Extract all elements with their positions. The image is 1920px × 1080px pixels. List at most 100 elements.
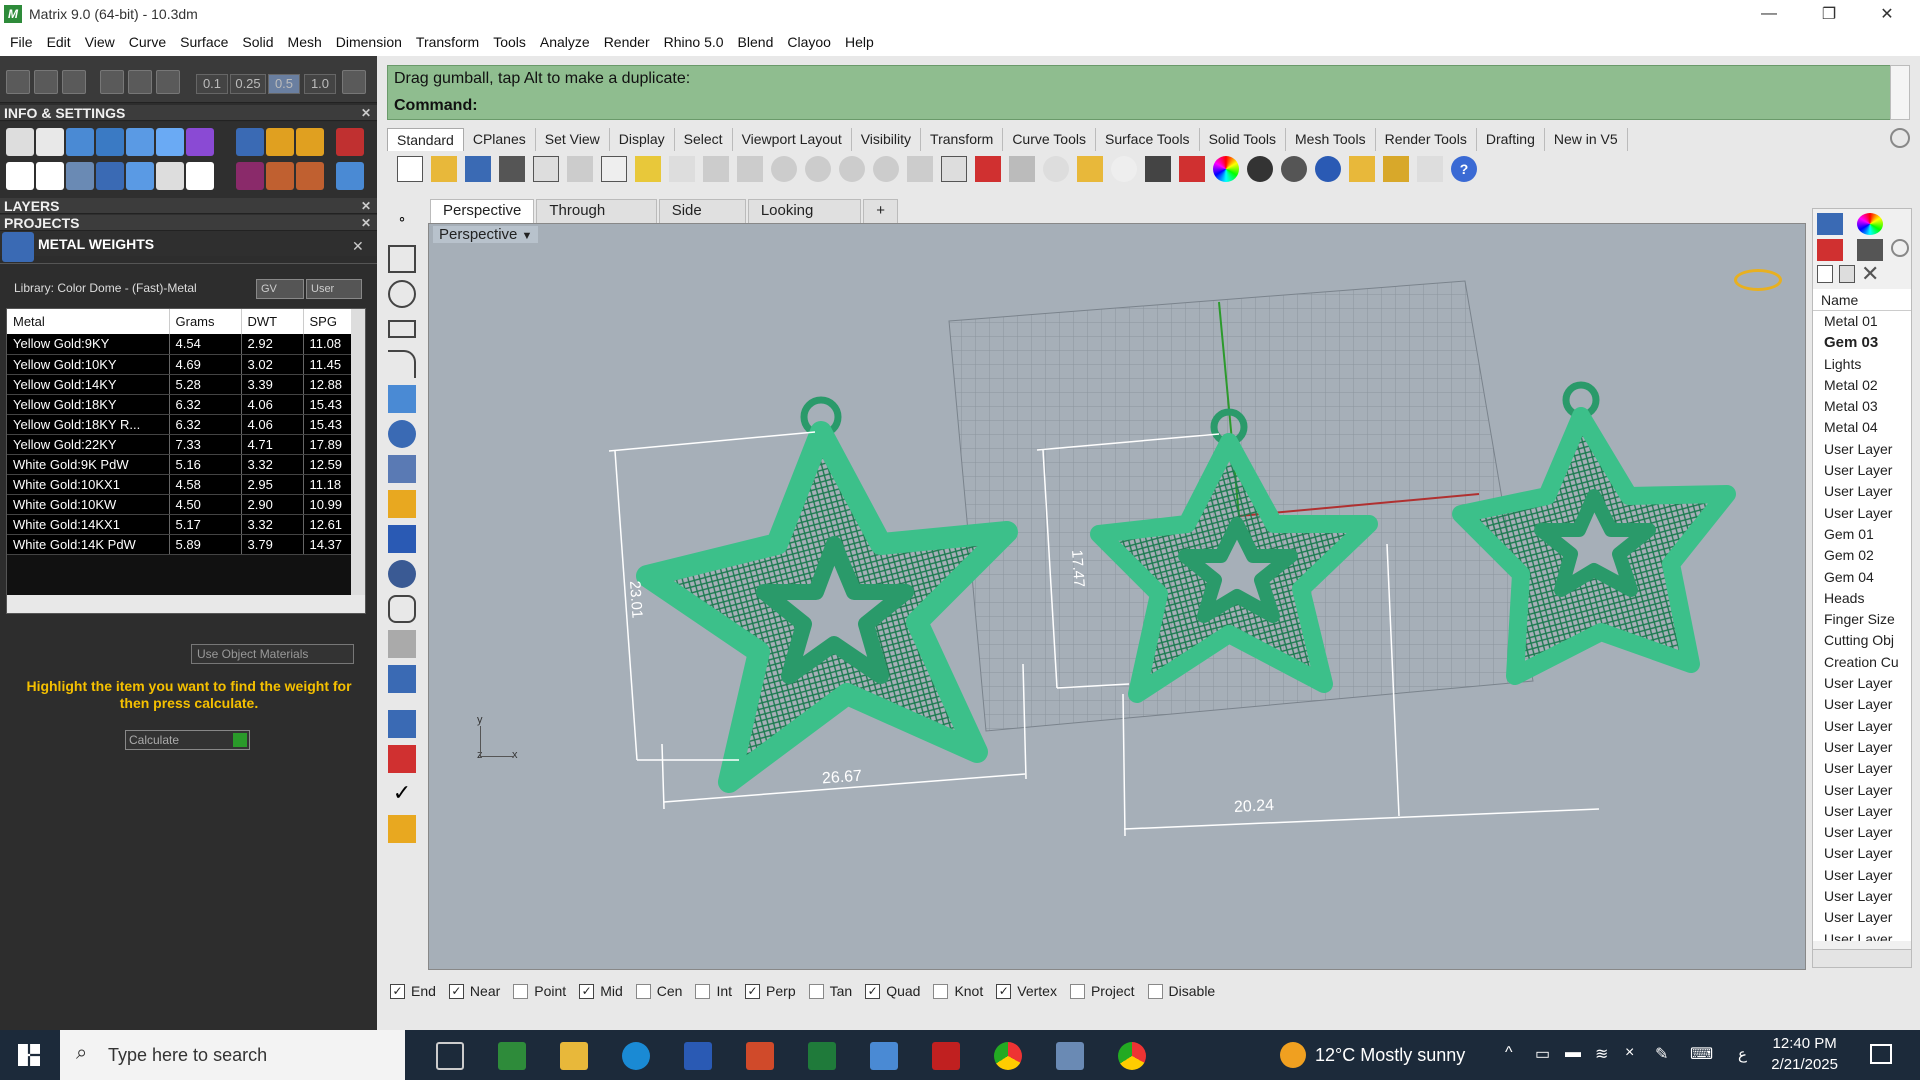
shade-icon[interactable] (1247, 156, 1273, 182)
minimize-button[interactable]: — (1740, 0, 1798, 28)
boolean-icon[interactable] (388, 560, 416, 588)
snap-quad[interactable]: ✓ Quad (865, 983, 920, 999)
table-row[interactable]: White Gold:10KW 4.50 2.90 10.99 (7, 494, 354, 515)
solidworks-icon[interactable] (932, 1042, 960, 1070)
options-icon[interactable] (1383, 156, 1409, 182)
layer-item[interactable]: Metal 03 (1813, 396, 1911, 417)
layer-item[interactable]: Finger Size (1813, 609, 1911, 630)
col-spg[interactable]: SPG (303, 309, 354, 334)
tab-drafting[interactable]: Drafting (1477, 128, 1545, 151)
layer-icon[interactable] (1179, 156, 1205, 182)
layer-item[interactable]: Metal 01 (1813, 311, 1911, 332)
copy-layer-icon[interactable] (1839, 265, 1855, 283)
layer-item[interactable]: Gem 02 (1813, 545, 1911, 566)
prong2-icon[interactable] (296, 162, 324, 190)
dimension-icon[interactable] (1417, 156, 1443, 182)
layer-item[interactable]: User Layer (1813, 460, 1911, 481)
layer-horizontal-scrollbar[interactable] (1813, 949, 1911, 967)
solid-icon[interactable] (388, 420, 416, 448)
powerpoint-icon[interactable] (746, 1042, 774, 1070)
app-window-icon[interactable] (1056, 1042, 1084, 1070)
rectangle-icon[interactable] (388, 320, 416, 338)
menu-solid[interactable]: Solid (235, 34, 280, 50)
rotate-view-icon[interactable] (907, 156, 933, 182)
open-icon[interactable] (431, 156, 457, 182)
menu-view[interactable]: View (78, 34, 122, 50)
layer-item[interactable]: User Layer (1813, 907, 1911, 928)
layer-item[interactable]: Creation Cu (1813, 652, 1911, 673)
layer-item[interactable]: User Layer (1813, 865, 1911, 886)
gem-icon[interactable] (236, 128, 264, 156)
snap-knot[interactable]: Knot (933, 983, 983, 999)
menu-dimension[interactable]: Dimension (329, 34, 409, 50)
table-icon[interactable] (6, 162, 34, 190)
print-icon[interactable] (499, 156, 525, 182)
check-icon[interactable] (156, 162, 184, 190)
cylinder-icon[interactable] (96, 162, 124, 190)
dimension-tool-icon[interactable] (388, 490, 416, 518)
snap-checkbox[interactable] (635, 983, 651, 999)
edge-icon[interactable] (622, 1042, 650, 1070)
tab-solid-tools[interactable]: Solid Tools (1200, 128, 1287, 151)
network-icon[interactable]: ▭ (1535, 1044, 1550, 1064)
wifi-icon[interactable]: ≋ (1595, 1044, 1608, 1064)
snap-tan[interactable]: Tan (808, 983, 852, 999)
delete-layer-icon[interactable]: ✕ (1861, 261, 1879, 287)
layer-item[interactable]: Lights (1813, 354, 1911, 375)
snap-checkbox[interactable]: ✓ (865, 983, 881, 999)
tab-through-finger[interactable]: Through Finger (536, 199, 657, 241)
chrome-profile-icon[interactable] (1118, 1042, 1146, 1070)
tab-transform[interactable]: Transform (921, 128, 1004, 151)
circle-tool-icon[interactable] (388, 280, 416, 308)
zoom-selected-icon[interactable] (873, 156, 899, 182)
light-icon[interactable] (1111, 156, 1137, 182)
close-icon[interactable]: ✕ (361, 198, 371, 214)
pen-icon[interactable] (62, 70, 86, 94)
table-row[interactable]: Yellow Gold:18KY R... 6.32 4.06 15.43 (7, 414, 354, 435)
layer-item[interactable]: Gem 01 (1813, 524, 1911, 545)
render-icon[interactable] (1281, 156, 1307, 182)
command-prompt[interactable]: Command: (394, 97, 478, 115)
target-icon[interactable] (336, 128, 364, 156)
ruler-icon[interactable] (388, 710, 416, 738)
snap-checkbox[interactable] (808, 983, 824, 999)
material-icon[interactable] (1315, 156, 1341, 182)
menu-tools[interactable]: Tools (486, 34, 533, 50)
snap-checkbox[interactable]: ✓ (579, 983, 595, 999)
layer-item[interactable]: User Layer (1813, 843, 1911, 864)
check-tool-icon[interactable]: ✓ (388, 780, 416, 808)
snap-checkbox[interactable] (1069, 983, 1085, 999)
layer-item[interactable]: User Layer (1813, 439, 1911, 460)
tab-cplanes[interactable]: CPlanes (464, 128, 536, 151)
tab-new-in-v5[interactable]: New in V5 (1545, 128, 1628, 151)
add-viewport-tab[interactable]: + (863, 199, 898, 223)
circle-icon[interactable] (1043, 156, 1069, 182)
snap-checkbox[interactable] (1147, 983, 1163, 999)
layer-item[interactable]: User Layer (1813, 694, 1911, 715)
filter-icon[interactable] (1349, 156, 1375, 182)
restore-button[interactable]: ❐ (1800, 0, 1858, 28)
windows-start-icon[interactable] (18, 1044, 40, 1066)
layer-item[interactable]: User Layer (1813, 481, 1911, 502)
move-view-icon[interactable] (737, 156, 763, 182)
tab-visibility[interactable]: Visibility (852, 128, 922, 151)
grid-icon[interactable] (6, 70, 30, 94)
snap-checkbox[interactable] (513, 983, 529, 999)
layer-icon[interactable] (66, 128, 94, 156)
tab-set-view[interactable]: Set View (536, 128, 610, 151)
layer-item[interactable]: User Layer (1813, 886, 1911, 907)
mesh-icon[interactable] (388, 455, 416, 483)
matrix-app-icon[interactable] (498, 1042, 526, 1070)
menu-rhino5[interactable]: Rhino 5.0 (657, 34, 731, 50)
color-wheel-icon[interactable] (1213, 156, 1239, 182)
gem-gizmo-icon[interactable] (1734, 269, 1782, 291)
menu-file[interactable]: File (3, 34, 40, 50)
remote-desktop-icon[interactable] (870, 1042, 898, 1070)
tab-viewport-layout[interactable]: Viewport Layout (733, 128, 852, 151)
surface-icon[interactable] (388, 385, 416, 413)
table-horizontal-scrollbar[interactable] (7, 595, 365, 613)
snap-icon[interactable] (100, 70, 124, 94)
box-icon[interactable] (96, 128, 124, 156)
table-row[interactable]: White Gold:10KX1 4.58 2.95 11.18 (7, 474, 354, 495)
snap-project[interactable]: Project (1069, 983, 1135, 999)
